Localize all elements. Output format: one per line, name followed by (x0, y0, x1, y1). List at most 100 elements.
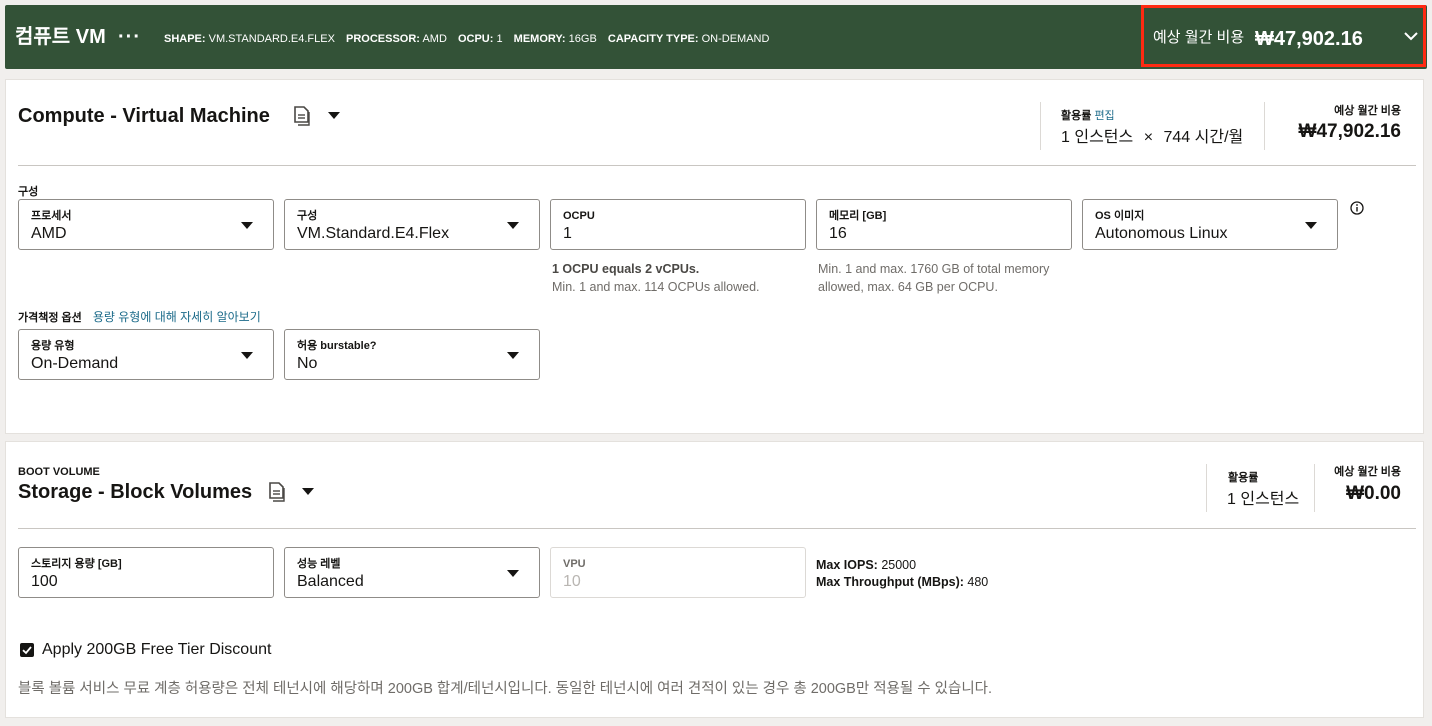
caret-down-icon[interactable] (328, 112, 340, 120)
ocpu-help: 1 OCPU equals 2 vCPUs. Min. 1 and max. 1… (552, 260, 760, 296)
separator (1314, 464, 1315, 512)
chevron-down-icon[interactable] (1402, 22, 1420, 50)
header-cost-value: ₩47,902.16 (1255, 28, 1363, 50)
os-image-select[interactable]: OS 이미지 Autonomous Linux (1082, 199, 1338, 250)
field-value: On-Demand (31, 355, 119, 372)
caret-down-icon (1305, 222, 1317, 229)
compute-title: Compute - Virtual Machine (18, 105, 270, 127)
caret-down-icon (507, 222, 519, 229)
caret-down-icon (507, 352, 519, 359)
memory-input[interactable]: 메모리 [GB] 16 (816, 199, 1072, 250)
pricing-label: 가격책정 옵션 (18, 312, 82, 324)
field-label: 메모리 [GB] (829, 210, 887, 222)
divider (18, 165, 1416, 166)
memory-help: Min. 1 and max. 1760 GB of total memory … (818, 260, 1049, 296)
monthly-cost-value: ₩0.00 (1346, 483, 1401, 504)
spec-key: CAPACITY TYPE: (607, 33, 699, 45)
burstable-select[interactable]: 허용 burstable? No (284, 329, 540, 380)
header-monthly-cost[interactable]: 예상 월간 비용 ₩47,902.16 (1141, 5, 1426, 67)
field-label: OCPU (563, 210, 595, 222)
field-value: Autonomous Linux (1095, 225, 1228, 242)
field-value: No (297, 355, 318, 372)
spec-value: 16GB (568, 33, 597, 45)
caret-down-icon[interactable] (302, 488, 314, 496)
ocpu-input[interactable]: OCPU 1 (550, 199, 806, 250)
free-tier-label[interactable]: Apply 200GB Free Tier Discount (42, 640, 271, 660)
spec-key: OCPU: (457, 33, 494, 45)
pricing-group-label: 가격책정 옵션 용량 유형에 대해 자세히 알아보기 (18, 310, 261, 325)
capacity-type-select[interactable]: 용량 유형 On-Demand (18, 329, 274, 380)
ellipsis-icon[interactable]: ··· (118, 25, 141, 49)
processor-select[interactable]: 프로세서 AMD (18, 199, 274, 250)
divider (18, 528, 1416, 529)
storage-capacity-input[interactable]: 스토리지 용량 [GB] 100 (18, 547, 274, 598)
field-label: 구성 (297, 210, 318, 222)
separator (1264, 102, 1265, 150)
config-group-label: 구성 (18, 186, 39, 198)
field-value: Balanced (297, 573, 364, 590)
spec-value: 1 (496, 33, 503, 45)
volume-performance-stats: Max IOPS: 25000 Max Throughput (MBps): 4… (816, 557, 988, 591)
utilization-value: 1 인스턴스 × 744 시간/월 (1061, 128, 1243, 148)
max-throughput-label: Max Throughput (MBps): (816, 575, 964, 589)
storage-title: Storage - Block Volumes (18, 481, 253, 503)
performance-level-select[interactable]: 성능 레벨 Balanced (284, 547, 540, 598)
max-throughput: Max Throughput (MBps): 480 (816, 574, 988, 591)
monthly-cost-label: 예상 월간 비용 (1334, 105, 1401, 117)
memory-help-line2: allowed, max. 64 GB per OCPU. (818, 280, 998, 294)
field-value: 16 (829, 225, 847, 242)
free-tier-checkbox[interactable] (20, 643, 34, 657)
field-value: 10 (563, 573, 581, 590)
ocpu-help-strong: 1 OCPU equals 2 vCPUs. (552, 262, 700, 276)
spec-value: ON-DEMAND (701, 33, 770, 45)
capacity-type-learn-more-link[interactable]: 용량 유형에 대해 자세히 알아보기 (93, 310, 261, 324)
max-iops-value: 25000 (881, 558, 917, 572)
field-label: 허용 burstable? (297, 340, 377, 352)
spec-key: MEMORY: (513, 33, 566, 45)
separator (1206, 464, 1207, 512)
hours-per-month: 744 시간/월 (1163, 129, 1244, 146)
monthly-cost-label: 예상 월간 비용 (1334, 466, 1401, 478)
spec-key: SHAPE: (164, 33, 206, 45)
header-specs: SHAPE: VM.STANDARD.E4.FLEX PROCESSOR: AM… (164, 32, 777, 46)
copy-icon[interactable] (268, 482, 286, 502)
field-label: VPU (563, 558, 586, 570)
field-label: 프로세서 (31, 210, 72, 222)
field-label: 성능 레벨 (297, 558, 341, 570)
boot-volume-overline: BOOT VOLUME (18, 466, 100, 478)
memory-help-line1: Min. 1 and max. 1760 GB of total memory (818, 262, 1050, 276)
utilization-label: 활용률 편집 (1061, 109, 1115, 123)
info-icon[interactable] (1350, 201, 1364, 215)
instances-count: 1 인스턴스 (1227, 491, 1300, 508)
estimate-header: 컴퓨트 VM ··· SHAPE: VM.STANDARD.E4.FLEX PR… (5, 5, 1427, 69)
times-sign: × (1143, 129, 1154, 146)
caret-down-icon (507, 570, 519, 577)
compute-card: Compute - Virtual Machine 활용률 편집 1 인스턴스 … (5, 79, 1424, 434)
max-iops: Max IOPS: 25000 (816, 557, 988, 574)
field-label: 스토리지 용량 [GB] (31, 558, 122, 570)
max-throughput-value: 480 (967, 575, 989, 589)
spec-value: VM.STANDARD.E4.FLEX (208, 33, 335, 45)
max-iops-label: Max IOPS: (816, 558, 878, 572)
vpu-input: VPU 10 (550, 547, 806, 598)
field-value: 1 (563, 225, 572, 242)
field-label: 용량 유형 (31, 340, 75, 352)
header-cost-label: 예상 월간 비용 (1153, 29, 1245, 46)
utilization-edit-link[interactable]: 편집 (1094, 110, 1114, 122)
field-value: 100 (31, 573, 58, 590)
ocpu-help-text: Min. 1 and max. 114 OCPUs allowed. (552, 280, 760, 294)
header-title: 컴퓨트 VM (15, 26, 106, 48)
field-label: OS 이미지 (1095, 210, 1145, 222)
caret-down-icon (241, 352, 253, 359)
copy-icon[interactable] (293, 106, 311, 126)
spec-key: PROCESSOR: (346, 33, 420, 45)
free-tier-note: 블록 볼륨 서비스 무료 계층 허용량은 전체 테넌시에 해당하며 200GB … (18, 681, 993, 697)
instances-count: 1 인스턴스 (1061, 129, 1134, 146)
separator (1040, 102, 1041, 150)
utilization-label: 활용률 (1228, 472, 1259, 484)
utilization-label-text: 활용률 (1061, 110, 1092, 122)
checkmark-icon (22, 646, 32, 655)
caret-down-icon (241, 222, 253, 229)
field-value: AMD (31, 225, 67, 242)
shape-select[interactable]: 구성 VM.Standard.E4.Flex (284, 199, 540, 250)
